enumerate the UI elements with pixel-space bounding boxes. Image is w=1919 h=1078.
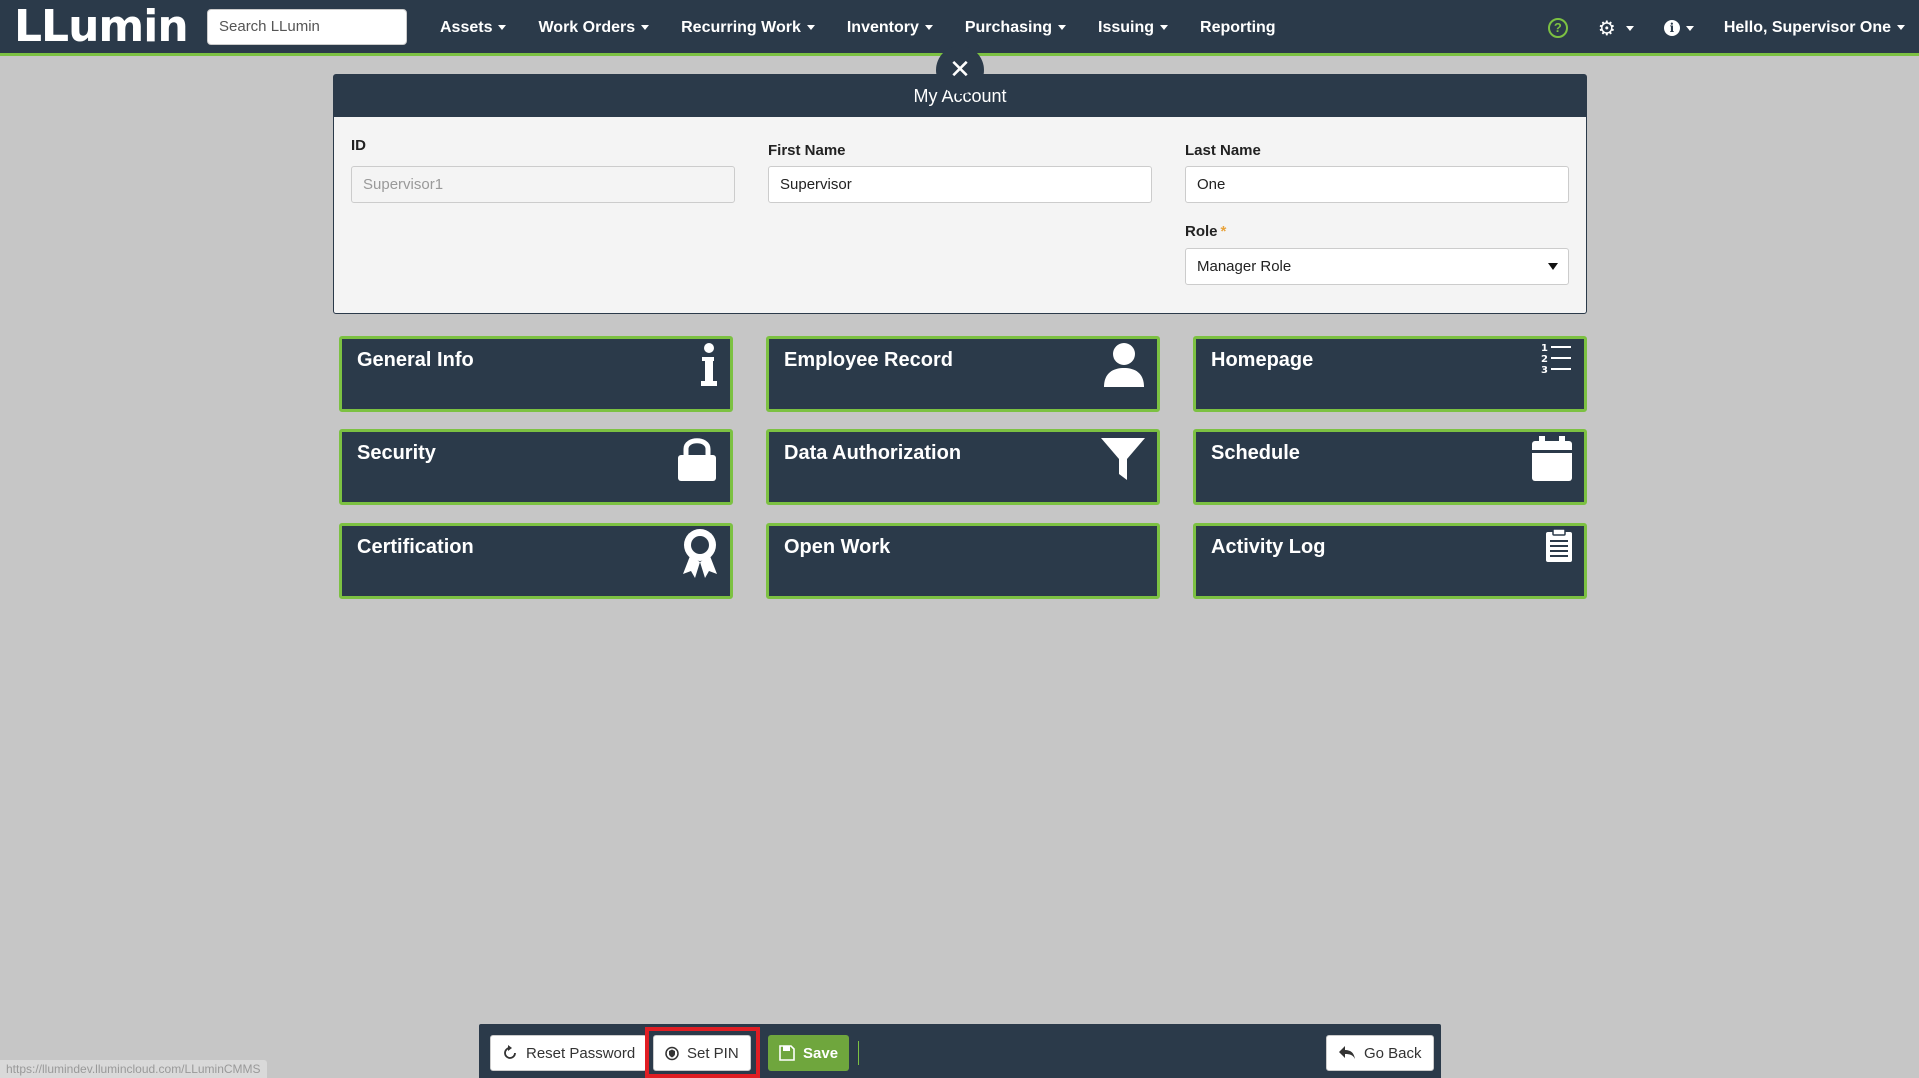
menu-issuing[interactable]: Issuing: [1082, 0, 1184, 56]
menu-label: Work Orders: [538, 19, 636, 36]
floppy-disk-icon: [779, 1045, 795, 1061]
menu-label: Recurring Work: [681, 19, 801, 36]
menu-label: Reporting: [1200, 19, 1276, 36]
my-account-panel: My Account ID Supervisor1 First Name Sup…: [333, 74, 1587, 314]
reset-password-button[interactable]: Reset Password: [490, 1035, 648, 1071]
tile-security[interactable]: Security: [339, 429, 733, 505]
button-label: Reset Password: [526, 1044, 636, 1062]
user-menu[interactable]: Hello, Supervisor One: [1724, 19, 1905, 37]
id-label: ID: [351, 137, 366, 154]
award-icon: [683, 529, 717, 578]
settings-menu[interactable]: ⚙: [1598, 16, 1634, 41]
lock-icon: [678, 438, 716, 481]
last-name-label: Last Name: [1185, 142, 1261, 159]
menu-recurring-work[interactable]: Recurring Work: [665, 0, 831, 56]
status-bar-url: https://llumindev.llumincloud.com/LLumin…: [0, 1060, 267, 1078]
set-pin-button[interactable]: Set PIN: [653, 1035, 751, 1071]
button-label: Set PIN: [687, 1044, 739, 1062]
calendar-icon: [1532, 436, 1572, 481]
gear-icon: ⚙: [1597, 17, 1616, 40]
button-label: Go Back: [1364, 1044, 1422, 1062]
menu-reporting[interactable]: Reporting: [1184, 0, 1292, 56]
role-select[interactable]: Manager Role: [1185, 248, 1569, 285]
first-name-field[interactable]: Supervisor: [768, 166, 1152, 203]
first-name-label: First Name: [768, 142, 846, 159]
role-selected-value: Manager Role: [1197, 258, 1292, 275]
required-marker: *: [1220, 223, 1227, 240]
caret-down-icon: [1685, 25, 1694, 31]
caret-down-icon: [924, 25, 933, 31]
menu-work-orders[interactable]: Work Orders: [522, 0, 665, 56]
id-field: Supervisor1: [351, 166, 735, 203]
user-greeting: Hello, Supervisor One: [1723, 19, 1891, 36]
svg-text:2: 2: [1541, 354, 1548, 365]
svg-text:1: 1: [1541, 343, 1548, 354]
menu-label: Assets: [440, 19, 493, 36]
list-ordered-icon: 1 2 3: [1541, 343, 1571, 376]
info-icon: i: [1663, 20, 1680, 36]
last-name-field[interactable]: One: [1185, 166, 1569, 203]
menu-label: Purchasing: [964, 19, 1052, 36]
tile-label: Activity Log: [1211, 536, 1326, 558]
menu-assets[interactable]: Assets: [424, 0, 522, 56]
caret-down-icon: [498, 25, 507, 31]
info-menu[interactable]: i: [1663, 20, 1694, 36]
search-input[interactable]: Search LLumin: [207, 9, 407, 45]
caret-down-icon: [1625, 25, 1634, 31]
save-button[interactable]: Save: [768, 1035, 850, 1071]
close-icon: ✕: [949, 54, 971, 84]
caret-down-icon: [1160, 25, 1169, 31]
menu-label: Issuing: [1098, 19, 1155, 36]
clipboard-icon: [1546, 528, 1572, 562]
tile-label: Schedule: [1211, 442, 1300, 464]
tile-label: Certification: [357, 536, 474, 558]
caret-down-icon: [641, 25, 650, 31]
refresh-icon: [504, 1045, 516, 1059]
tile-employee-record[interactable]: Employee Record: [766, 336, 1160, 412]
tile-label: Employee Record: [784, 349, 953, 371]
svg-text:3: 3: [1541, 365, 1548, 376]
tile-label: Open Work: [784, 536, 891, 558]
tile-label: General Info: [357, 349, 474, 371]
role-label-text: Role: [1185, 223, 1218, 240]
tile-label: Data Authorization: [784, 442, 962, 464]
filter-icon: [1101, 438, 1145, 480]
menu-label: Inventory: [846, 19, 919, 36]
tile-activity-log[interactable]: Activity Log: [1193, 523, 1587, 599]
main-menu: Assets Work Orders Recurring Work Invent…: [424, 0, 1292, 56]
help-icon[interactable]: ?: [1547, 18, 1568, 38]
tile-certification[interactable]: Certification: [339, 523, 733, 599]
close-button[interactable]: ✕: [936, 46, 984, 94]
tile-open-work[interactable]: Open Work: [766, 523, 1160, 599]
menu-inventory[interactable]: Inventory: [831, 0, 949, 56]
reply-arrow-icon: [1339, 1046, 1355, 1059]
button-label: Save: [803, 1044, 839, 1062]
tile-label: Homepage: [1211, 349, 1314, 371]
llumin-logo[interactable]: LLumin: [14, 4, 189, 50]
toolbar-divider: [858, 1041, 859, 1065]
info-icon: [701, 343, 717, 386]
tile-label: Security: [357, 442, 436, 464]
tile-data-authorization[interactable]: Data Authorization: [766, 429, 1160, 505]
tile-schedule[interactable]: Schedule: [1193, 429, 1587, 505]
caret-down-icon: [1058, 25, 1066, 31]
user-icon: [1104, 343, 1144, 387]
go-back-button[interactable]: Go Back: [1326, 1035, 1434, 1071]
caret-down-icon: [1897, 25, 1905, 31]
tile-homepage[interactable]: Homepage 1 2 3: [1193, 336, 1587, 412]
role-label: Role *: [1185, 223, 1226, 240]
dropdown-arrow-icon: [1548, 263, 1558, 270]
navbar-right: ? ⚙ i Hello, Supervisor One: [1547, 0, 1905, 56]
shield-icon: [665, 1046, 679, 1060]
tile-general-info[interactable]: General Info: [339, 336, 733, 412]
caret-down-icon: [806, 25, 815, 31]
